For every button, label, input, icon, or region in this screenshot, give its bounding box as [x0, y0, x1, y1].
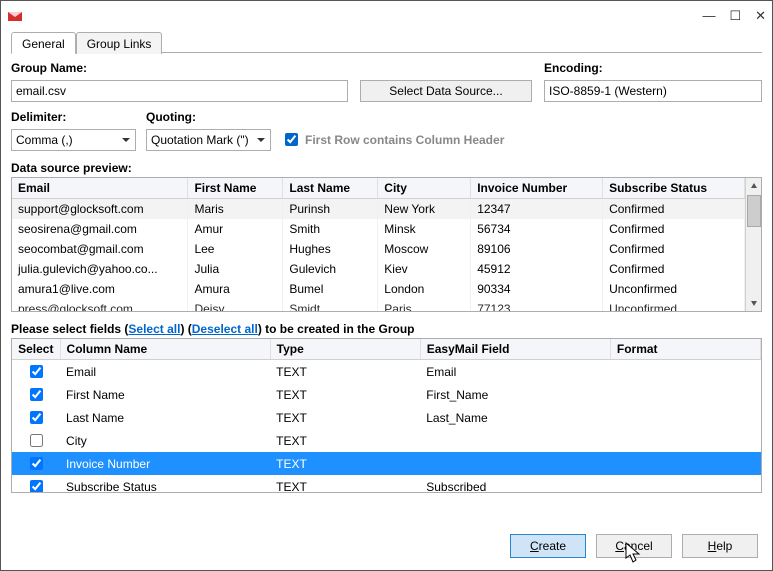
- select-data-source-button[interactable]: Select Data Source...: [360, 80, 532, 102]
- fields-instruction: Please select fields (Select all) (Desel…: [11, 322, 762, 336]
- scroll-thumb[interactable]: [747, 195, 761, 227]
- fields-row[interactable]: EmailTEXTEmail: [12, 360, 761, 384]
- cancel-button[interactable]: Cancel: [596, 534, 672, 558]
- fields-panel: SelectColumn NameTypeEasyMail FieldForma…: [11, 338, 762, 493]
- table-row[interactable]: seosirena@gmail.comAmurSmithMinsk56734Co…: [12, 219, 745, 239]
- fields-col-header[interactable]: EasyMail Field: [420, 339, 610, 360]
- fields-table: SelectColumn NameTypeEasyMail FieldForma…: [12, 339, 761, 493]
- quoting-select[interactable]: Quotation Mark ("): [146, 129, 271, 151]
- deselect-all-link[interactable]: Deselect all: [192, 322, 258, 336]
- field-checkbox[interactable]: [30, 365, 43, 378]
- table-row[interactable]: amura1@live.comAmuraBumelLondon90334Unco…: [12, 279, 745, 299]
- tab-group-links[interactable]: Group Links: [76, 32, 163, 54]
- preview-label: Data source preview:: [11, 161, 762, 175]
- preview-col-header[interactable]: Subscribe Status: [603, 178, 745, 199]
- group-name-label: Group Name:: [11, 61, 348, 75]
- field-checkbox[interactable]: [30, 388, 43, 401]
- fields-col-header[interactable]: Format: [610, 339, 760, 360]
- preview-col-header[interactable]: Email: [12, 178, 188, 199]
- preview-scrollbar[interactable]: [745, 178, 761, 311]
- preview-panel: EmailFirst NameLast NameCityInvoice Numb…: [11, 177, 762, 312]
- quoting-label: Quoting:: [146, 110, 271, 124]
- first-row-checkbox[interactable]: [285, 133, 298, 146]
- dialog-window: — ☐ ✕ General Group Links Group Name: Se…: [0, 0, 773, 571]
- delimiter-select[interactable]: Comma (,): [11, 129, 136, 151]
- fields-row[interactable]: CityTEXT: [12, 429, 761, 452]
- minimize-icon[interactable]: —: [702, 9, 715, 22]
- table-row[interactable]: julia.gulevich@yahoo.co...JuliaGulevichK…: [12, 259, 745, 279]
- table-row[interactable]: seocombat@gmail.comLeeHughesMoscow89106C…: [12, 239, 745, 259]
- fields-row[interactable]: Subscribe StatusTEXTSubscribed: [12, 475, 761, 493]
- maximize-icon[interactable]: ☐: [729, 9, 741, 22]
- fields-col-header[interactable]: Select: [12, 339, 60, 360]
- field-checkbox[interactable]: [30, 434, 43, 447]
- scroll-up-icon[interactable]: [746, 178, 761, 194]
- tab-strip: General Group Links: [11, 31, 762, 53]
- help-button[interactable]: Help: [682, 534, 758, 558]
- preview-table: EmailFirst NameLast NameCityInvoice Numb…: [12, 178, 745, 311]
- select-all-link[interactable]: Select all: [128, 322, 180, 336]
- fields-col-header[interactable]: Column Name: [60, 339, 270, 360]
- scroll-down-icon[interactable]: [746, 295, 761, 311]
- preview-col-header[interactable]: Last Name: [283, 178, 378, 199]
- encoding-input[interactable]: [544, 80, 762, 102]
- fields-row[interactable]: First NameTEXTFirst_Name: [12, 383, 761, 406]
- tab-general[interactable]: General: [11, 32, 76, 54]
- group-name-input[interactable]: [11, 80, 348, 102]
- delimiter-label: Delimiter:: [11, 110, 136, 124]
- table-row[interactable]: support@glocksoft.comMarisPurinshNew Yor…: [12, 199, 745, 220]
- field-checkbox[interactable]: [30, 480, 43, 493]
- close-icon[interactable]: ✕: [755, 9, 766, 22]
- titlebar: — ☐ ✕: [1, 1, 772, 29]
- dialog-buttons: Create Cancel Help: [510, 534, 758, 558]
- fields-row[interactable]: Last NameTEXTLast_Name: [12, 406, 761, 429]
- preview-col-header[interactable]: First Name: [188, 178, 283, 199]
- first-row-label: First Row contains Column Header: [305, 133, 504, 147]
- create-button[interactable]: Create: [510, 534, 586, 558]
- app-icon: [7, 7, 23, 23]
- field-checkbox[interactable]: [30, 411, 43, 424]
- fields-row[interactable]: Invoice NumberTEXT: [12, 452, 761, 475]
- preview-col-header[interactable]: Invoice Number: [471, 178, 603, 199]
- preview-col-header[interactable]: City: [378, 178, 471, 199]
- table-row[interactable]: press@glocksoft.comDeisySmidtParis77123U…: [12, 299, 745, 311]
- fields-col-header[interactable]: Type: [270, 339, 420, 360]
- encoding-label: Encoding:: [544, 61, 762, 75]
- field-checkbox[interactable]: [30, 457, 43, 470]
